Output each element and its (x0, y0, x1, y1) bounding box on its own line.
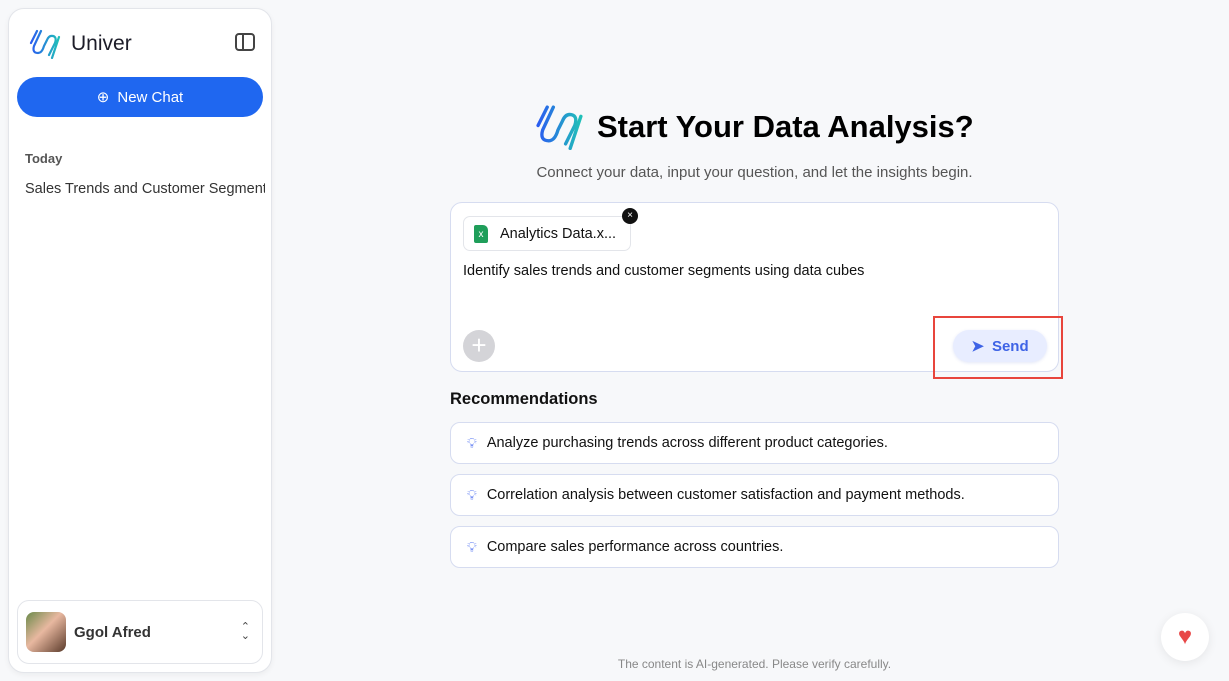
brand: Univer (29, 29, 132, 59)
brand-name: Univer (71, 32, 132, 55)
page-title: Start Your Data Analysis? (597, 109, 974, 144)
recommendation-text: Analyze purchasing trends across differe… (486, 435, 888, 451)
ai-disclaimer: The content is AI-generated. Please veri… (617, 657, 892, 671)
heart-icon: ♥ (1177, 623, 1193, 650)
lightbulb-icon: 💡︎ (467, 434, 477, 451)
user-name: Ggol Afred (74, 623, 151, 641)
univer-logo-icon (29, 29, 61, 59)
recommendation-text: Correlation analysis between customer sa… (486, 487, 965, 503)
recommendation-item[interactable]: 💡︎ Compare sales performance across count… (450, 526, 1059, 568)
lightbulb-icon: 💡︎ (467, 486, 477, 503)
add-attachment-button[interactable]: + (463, 330, 495, 362)
hero: Start Your Data Analysis? (535, 104, 974, 150)
recommendation-text: Compare sales performance across countri… (486, 539, 784, 555)
sidebar: Univer ⊕ New Chat Today Sales Trends and… (8, 8, 272, 673)
avatar (26, 612, 66, 652)
user-menu[interactable]: Ggol Afred ⌃ ⌄ (17, 600, 263, 664)
attachment-chip[interactable]: x Analytics Data.x... (463, 216, 631, 251)
attachment-name: Analytics Data.x... (500, 225, 617, 242)
heart-button[interactable]: ♥ (1161, 613, 1209, 661)
recommendation-item[interactable]: 💡︎ Correlation analysis between customer … (450, 474, 1059, 516)
excel-file-icon: x (474, 224, 488, 243)
history-item[interactable]: Sales Trends and Customer Segments (25, 181, 265, 197)
new-chat-label: New Chat (117, 88, 184, 106)
recommendations-title: Recommendations (450, 390, 598, 408)
page-subtitle: Connect your data, input your question, … (536, 164, 973, 181)
highlight-box (933, 316, 1063, 379)
recommendation-item[interactable]: 💡︎ Analyze purchasing trends across diffe… (450, 422, 1059, 464)
lightbulb-icon: 💡︎ (467, 538, 477, 555)
chat-plus-icon: ⊕ (96, 89, 110, 106)
new-chat-button[interactable]: ⊕ New Chat (17, 77, 263, 117)
sidebar-toggle-icon[interactable] (235, 33, 255, 51)
remove-attachment-icon[interactable]: × (622, 208, 638, 224)
univer-logo-icon (536, 105, 583, 150)
chevron-up-down-icon: ⌃ ⌄ (240, 621, 250, 642)
prompt-input[interactable]: Identify sales trends and customer segme… (463, 263, 864, 279)
